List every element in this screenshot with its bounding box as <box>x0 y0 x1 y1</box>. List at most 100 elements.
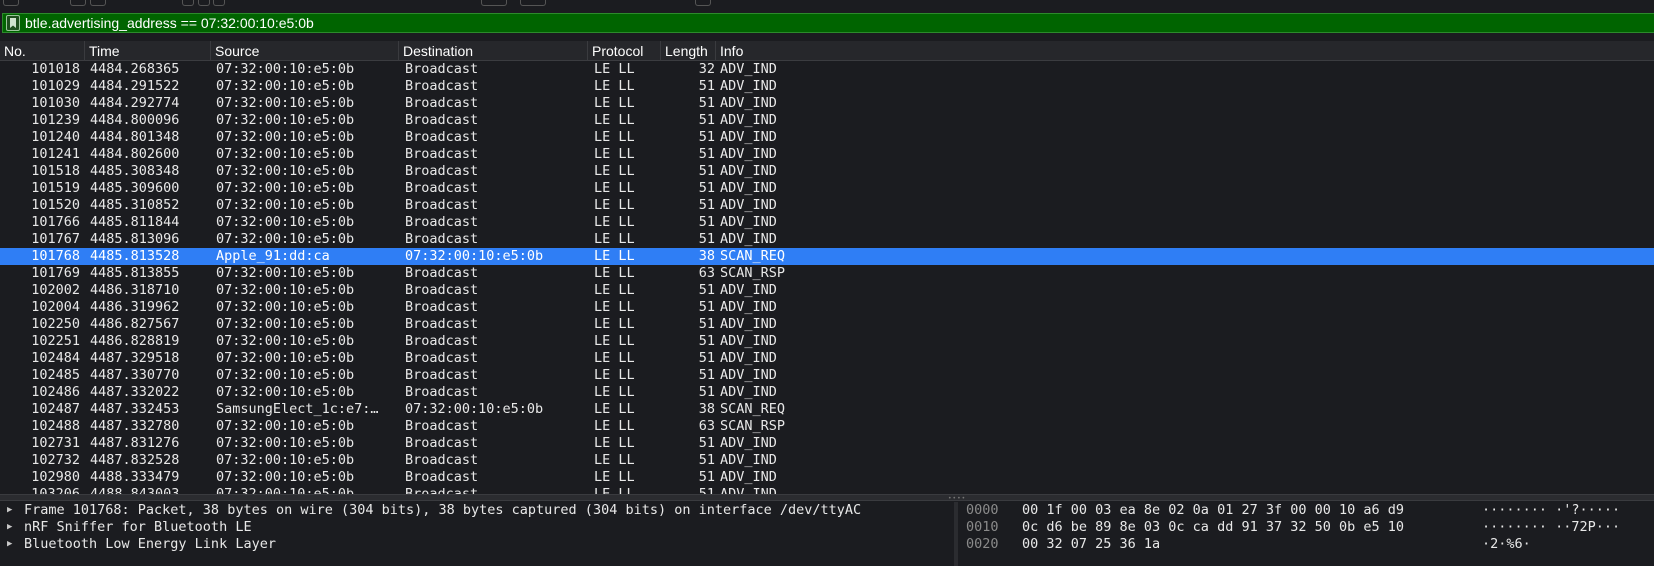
toolbar-button[interactable] <box>520 0 546 6</box>
cell-protocol: LE LL <box>594 384 635 400</box>
packet-row[interactable]: 101029 4484.291522 07:32:00:10:e5:0b Broadc… <box>0 78 1654 95</box>
cell-protocol: LE LL <box>594 486 635 494</box>
cell-length: 51 <box>698 350 715 366</box>
packet-row[interactable]: 101518 4485.308348 07:32:00:10:e5:0b Broadc… <box>0 163 1654 180</box>
cell-source: 07:32:00:10:e5:0b <box>216 418 355 434</box>
column-header-time[interactable]: Time <box>85 41 211 61</box>
cell-time: 4487.329518 <box>90 350 180 366</box>
cell-protocol: LE LL <box>594 282 635 298</box>
cell-time: 4485.309600 <box>90 180 180 196</box>
packet-row[interactable]: 101239 4484.800096 07:32:00:10:e5:0b Broadc… <box>0 112 1654 129</box>
cell-info: ADV_IND <box>720 333 777 349</box>
toolbar-button[interactable] <box>182 0 194 6</box>
cell-no: 102731 <box>31 435 80 451</box>
cell-protocol: LE LL <box>594 129 635 145</box>
column-header-protocol[interactable]: Protocol <box>588 41 661 61</box>
packet-row[interactable]: 102002 4486.318710 07:32:00:10:e5:0b Broadc… <box>0 282 1654 299</box>
packet-row[interactable]: 101018 4484.268365 07:32:00:10:e5:0b Broadc… <box>0 61 1654 78</box>
tree-item[interactable]: ▶ nRF Sniffer for Bluetooth LE <box>0 519 953 536</box>
toolbar-button[interactable] <box>213 0 225 6</box>
packet-row[interactable]: 102731 4487.831276 07:32:00:10:e5:0b Broadc… <box>0 435 1654 452</box>
hex-ascii[interactable]: ········ ··72P··· <box>1482 519 1620 536</box>
packet-row[interactable]: 102980 4488.333479 07:32:00:10:e5:0b Broadc… <box>0 469 1654 486</box>
hex-bytes[interactable]: 00 1f 00 03 ea 8e 02 0a 01 27 3f 00 00 1… <box>1022 502 1404 519</box>
cell-destination: Broadcast <box>405 197 479 213</box>
cell-length: 51 <box>698 78 715 94</box>
column-header-length[interactable]: Length <box>661 41 716 61</box>
packet-row[interactable]: 101519 4485.309600 07:32:00:10:e5:0b Broadc… <box>0 180 1654 197</box>
expand-arrow-icon[interactable]: ▶ <box>7 502 12 519</box>
display-filter-input[interactable]: btle.advertising_address == 07:32:00:10:… <box>25 14 314 32</box>
cell-info: ADV_IND <box>720 299 777 315</box>
packet-row[interactable]: 102251 4486.828819 07:32:00:10:e5:0b Broadc… <box>0 333 1654 350</box>
cell-length: 51 <box>698 316 715 332</box>
cell-info: ADV_IND <box>720 435 777 451</box>
cell-destination: Broadcast <box>405 316 479 332</box>
packet-row[interactable]: 102486 4487.332022 07:32:00:10:e5:0b Broadc… <box>0 384 1654 401</box>
display-filter-bar[interactable]: btle.advertising_address == 07:32:00:10:… <box>2 13 1654 33</box>
packet-row[interactable]: 101767 4485.813096 07:32:00:10:e5:0b Broadc… <box>0 231 1654 248</box>
tree-item[interactable]: ▶ Bluetooth Low Energy Link Layer <box>0 536 953 553</box>
packet-row[interactable]: 101766 4485.811844 07:32:00:10:e5:0b Broadc… <box>0 214 1654 231</box>
packet-row[interactable]: 103206 4488.843003 07:32:00:10:e5:0b Broadc… <box>0 486 1654 494</box>
cell-time: 4484.802600 <box>90 146 180 162</box>
cell-no: 101769 <box>31 265 80 281</box>
cell-source: 07:32:00:10:e5:0b <box>216 231 355 247</box>
column-header-no[interactable]: No. <box>0 41 85 61</box>
cell-info: SCAN_REQ <box>720 401 786 417</box>
cell-info: ADV_IND <box>720 163 777 179</box>
toolbar-button[interactable] <box>3 0 19 6</box>
hex-ascii[interactable]: ·2·%6· <box>1482 536 1531 553</box>
toolbar-button[interactable] <box>198 0 210 6</box>
toolbar-button[interactable] <box>481 0 507 6</box>
cell-protocol: LE LL <box>594 367 635 383</box>
packet-row-selected[interactable]: 101768 4485.813528 Apple_91:dd:ca 07:32:00:… <box>0 248 1654 265</box>
cell-protocol: LE LL <box>594 95 635 111</box>
toolbar-button[interactable] <box>90 0 106 6</box>
hex-bytes[interactable]: 0c d6 be 89 8e 03 0c ca dd 91 37 32 50 0… <box>1022 519 1404 536</box>
packet-row[interactable]: 101240 4484.801348 07:32:00:10:e5:0b Broadc… <box>0 129 1654 146</box>
packet-row[interactable]: 101030 4484.292774 07:32:00:10:e5:0b Broadc… <box>0 95 1654 112</box>
cell-source: 07:32:00:10:e5:0b <box>216 486 355 494</box>
cell-info: ADV_IND <box>720 452 777 468</box>
cell-destination: Broadcast <box>405 231 479 247</box>
tree-item-label: Frame 101768: Packet, 38 bytes on wire (… <box>24 502 862 518</box>
packet-row[interactable]: 101520 4485.310852 07:32:00:10:e5:0b Broadc… <box>0 197 1654 214</box>
bookmark-icon[interactable] <box>6 15 20 31</box>
packet-row[interactable]: 102484 4487.329518 07:32:00:10:e5:0b Broadc… <box>0 350 1654 367</box>
packet-row[interactable]: 101241 4484.802600 07:32:00:10:e5:0b Broadc… <box>0 146 1654 163</box>
cell-info: ADV_IND <box>720 78 777 94</box>
expand-arrow-icon[interactable]: ▶ <box>7 536 12 553</box>
cell-info: ADV_IND <box>720 180 777 196</box>
hex-ascii[interactable]: ········ ·'?····· <box>1482 502 1620 519</box>
packet-row[interactable]: 102485 4487.330770 07:32:00:10:e5:0b Broadc… <box>0 367 1654 384</box>
toolbar-button[interactable] <box>695 0 711 6</box>
hex-bytes[interactable]: 00 32 07 25 36 1a <box>1022 536 1160 553</box>
packet-row[interactable]: 102004 4486.319962 07:32:00:10:e5:0b Broadc… <box>0 299 1654 316</box>
cell-time: 4487.332780 <box>90 418 180 434</box>
packet-row[interactable]: 102732 4487.832528 07:32:00:10:e5:0b Broadc… <box>0 452 1654 469</box>
packet-row[interactable]: 102488 4487.332780 07:32:00:10:e5:0b Broadc… <box>0 418 1654 435</box>
tree-item[interactable]: ▶ Frame 101768: Packet, 38 bytes on wire … <box>0 502 953 519</box>
packet-details-tree[interactable]: ▶ Frame 101768: Packet, 38 bytes on wire … <box>0 502 953 566</box>
hex-offset: 0000 <box>966 502 999 518</box>
cell-destination: Broadcast <box>405 469 479 485</box>
toolbar-button[interactable] <box>70 0 86 6</box>
pane-splitter[interactable]: •••• <box>0 494 1654 502</box>
cell-source: 07:32:00:10:e5:0b <box>216 129 355 145</box>
expand-arrow-icon[interactable]: ▶ <box>7 519 12 536</box>
packet-row[interactable]: 102250 4486.827567 07:32:00:10:e5:0b Broadc… <box>0 316 1654 333</box>
packet-bytes-pane[interactable]: 0000 00 1f 00 03 ea 8e 02 0a 01 27 3f 00 … <box>958 502 1654 566</box>
column-header-source[interactable]: Source <box>211 41 399 61</box>
cell-protocol: LE LL <box>594 265 635 281</box>
cell-destination: Broadcast <box>405 435 479 451</box>
packet-row[interactable]: 102487 4487.332453 SamsungElect_1c:e7:… 07:… <box>0 401 1654 418</box>
cell-time: 4487.831276 <box>90 435 180 451</box>
packet-row[interactable]: 101769 4485.813855 07:32:00:10:e5:0b Broadc… <box>0 265 1654 282</box>
column-header-destination[interactable]: Destination <box>399 41 588 61</box>
cell-info: SCAN_RSP <box>720 418 786 434</box>
column-header-info[interactable]: Info <box>716 41 1654 61</box>
cell-length: 38 <box>698 248 715 264</box>
packet-list[interactable]: 101018 4484.268365 07:32:00:10:e5:0b Broadc… <box>0 61 1654 494</box>
cell-protocol: LE LL <box>594 180 635 196</box>
